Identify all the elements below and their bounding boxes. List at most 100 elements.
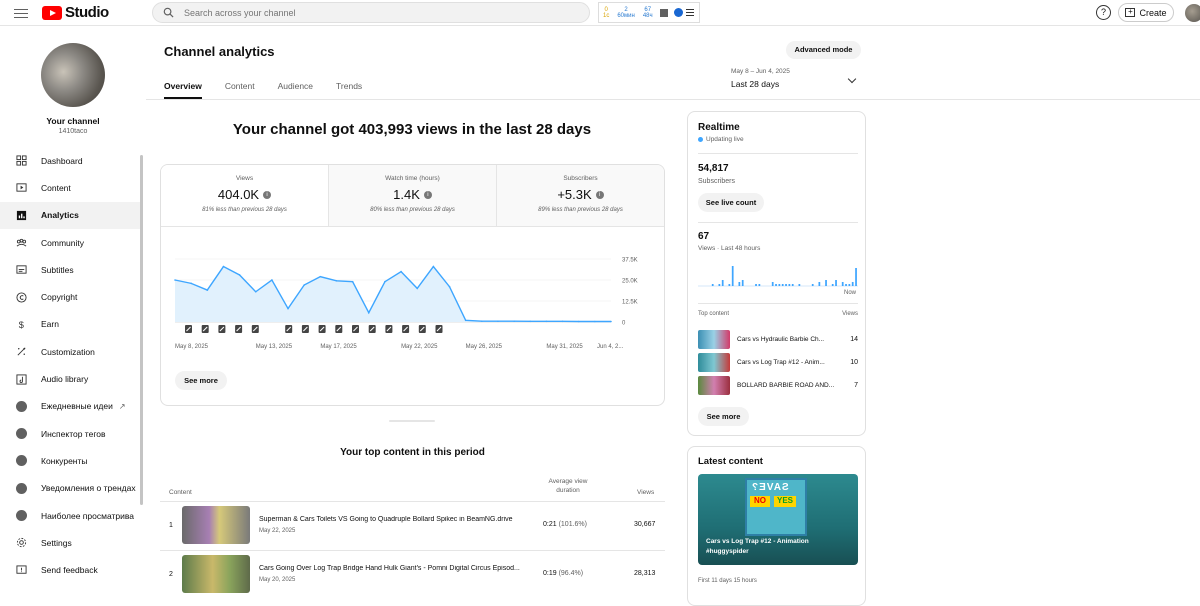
video-title[interactable]: Cars Going Over Log Trap Bridge Hand Hul… [259,565,534,572]
upload-marker-icon[interactable] [335,325,343,333]
sidebar-item[interactable]: Subtitles [0,256,140,283]
sidebar-item[interactable]: $ Earn [0,311,140,338]
extension-toolbar[interactable]: 0 1с 2 60мин 67 48ч [598,2,700,23]
data-point[interactable] [222,265,225,268]
data-point[interactable] [561,320,564,323]
date-range-picker[interactable]: May 8 – Jun 4, 2025 Last 28 days [731,68,857,89]
sidebar-item[interactable]: Audio library [0,365,140,392]
latest-video-thumbnail[interactable]: SAVE? NO YES Cars vs Log Trap #12 - Anim… [698,474,858,565]
list-item[interactable]: BOLLARD BARBIE ROAD AND... 7 [698,376,858,396]
data-point[interactable] [174,279,176,281]
sidebar-item[interactable]: Dashboard [0,147,140,174]
sidebar-item[interactable]: Community [0,229,140,256]
realtime-bar-chart[interactable] [698,257,858,287]
realtime-bar[interactable] [855,268,857,286]
see-more-button[interactable]: See more [175,371,227,390]
advanced-mode-button[interactable]: Advanced mode [786,41,861,59]
realtime-bar[interactable] [811,284,814,286]
upload-marker-icon[interactable] [218,325,226,333]
data-point[interactable] [529,320,532,323]
sidebar-item[interactable]: Наиболее просматрива [0,502,140,529]
realtime-bar[interactable] [755,284,757,286]
data-point[interactable] [271,279,273,281]
data-point[interactable] [464,319,467,322]
video-title[interactable]: Superman & Cars Toilets VS Going to Quad… [259,516,534,523]
data-point[interactable] [481,320,483,322]
see-more-button[interactable]: See more [698,407,749,426]
list-item[interactable]: Cars vs Hydraulic Barbie Ch... 14 [698,330,858,350]
info-icon[interactable]: i [595,190,604,199]
realtime-bar[interactable] [788,284,791,286]
data-point[interactable] [254,290,257,293]
realtime-bar[interactable] [771,282,774,286]
realtime-bar[interactable] [718,284,721,286]
tab-overview[interactable]: Overview [164,81,202,99]
sidebar-item[interactable]: Send feedback [0,556,140,583]
data-point[interactable] [577,320,580,323]
upload-marker-icon[interactable] [352,325,359,333]
upload-marker-icon[interactable] [318,325,326,333]
channel-avatar[interactable] [41,43,105,107]
data-point[interactable] [513,320,515,322]
sidebar-item[interactable]: Ежедневные идеи ↗ [0,393,140,420]
sidebar-item[interactable]: Уведомления о трендах [0,475,140,502]
realtime-bar[interactable] [711,284,714,286]
upload-marker-icon[interactable] [418,325,426,333]
sidebar-item[interactable]: Settings [0,529,140,556]
extension-logo-icon[interactable] [673,8,683,17]
tab-trends[interactable]: Trends [336,81,362,99]
tab-content[interactable]: Content [225,81,255,99]
ext-menu-icon[interactable] [685,7,694,18]
realtime-bar[interactable] [781,284,784,286]
chart-icon[interactable] [659,8,668,17]
data-point[interactable] [367,311,370,314]
data-point[interactable] [351,280,354,283]
tab-audience[interactable]: Audience [278,81,313,99]
realtime-bar[interactable] [785,284,787,286]
table-row[interactable]: 1 Superman & Cars Toilets VS Going to Qu… [160,501,665,549]
data-point[interactable] [400,270,402,273]
create-button[interactable]: + Create [1118,3,1174,22]
realtime-bar[interactable] [741,280,744,286]
realtime-bar[interactable] [831,284,834,286]
sidebar-item[interactable]: Copyright [0,283,140,310]
realtime-bar[interactable] [758,284,761,286]
sidebar-item[interactable]: Content [0,174,140,201]
upload-marker-icon[interactable] [251,325,259,333]
sidebar-item[interactable]: Analytics [0,201,140,229]
data-point[interactable] [545,320,548,323]
data-point[interactable] [319,275,322,278]
kpi-subscribers[interactable]: Subscribers +5.3K i 89% less than previou… [496,165,664,226]
video-thumbnail[interactable] [182,555,250,593]
realtime-bar[interactable] [798,284,801,286]
data-point[interactable] [416,287,419,290]
realtime-bar[interactable] [851,282,854,286]
table-row[interactable]: 2 Cars Going Over Log Trap Bridge Hand H… [160,550,665,598]
realtime-bar[interactable] [835,280,837,286]
data-point[interactable] [303,284,305,286]
info-icon[interactable]: i [423,190,432,199]
info-icon[interactable]: i [263,190,272,199]
list-item[interactable]: Cars vs Log Trap #12 - Anim... 10 [698,353,858,373]
menu-icon[interactable] [14,6,28,20]
realtime-bar[interactable] [825,280,827,286]
studio-logo[interactable]: Studio [42,4,109,21]
upload-marker-icon[interactable] [301,325,309,333]
account-avatar[interactable] [1185,4,1200,22]
upload-marker-icon[interactable] [235,325,243,333]
sidebar-item[interactable]: Конкуренты [0,447,140,474]
sidebar-item[interactable]: Инспектор тегов [0,420,140,447]
video-thumbnail[interactable] [182,506,250,544]
realtime-bar[interactable] [731,266,734,286]
search-bar[interactable] [152,2,590,23]
header-views[interactable]: Views [637,489,654,496]
data-point[interactable] [287,307,289,310]
upload-marker-icon[interactable] [285,325,293,333]
realtime-bar[interactable] [721,280,724,286]
data-point[interactable] [497,320,499,322]
data-point[interactable] [335,280,338,282]
data-point[interactable] [448,285,451,288]
data-point[interactable] [432,265,435,268]
kpi-watch-time[interactable]: Watch time (hours) 1.4K i 80% less than p… [328,165,496,226]
realtime-bar[interactable] [845,284,847,286]
